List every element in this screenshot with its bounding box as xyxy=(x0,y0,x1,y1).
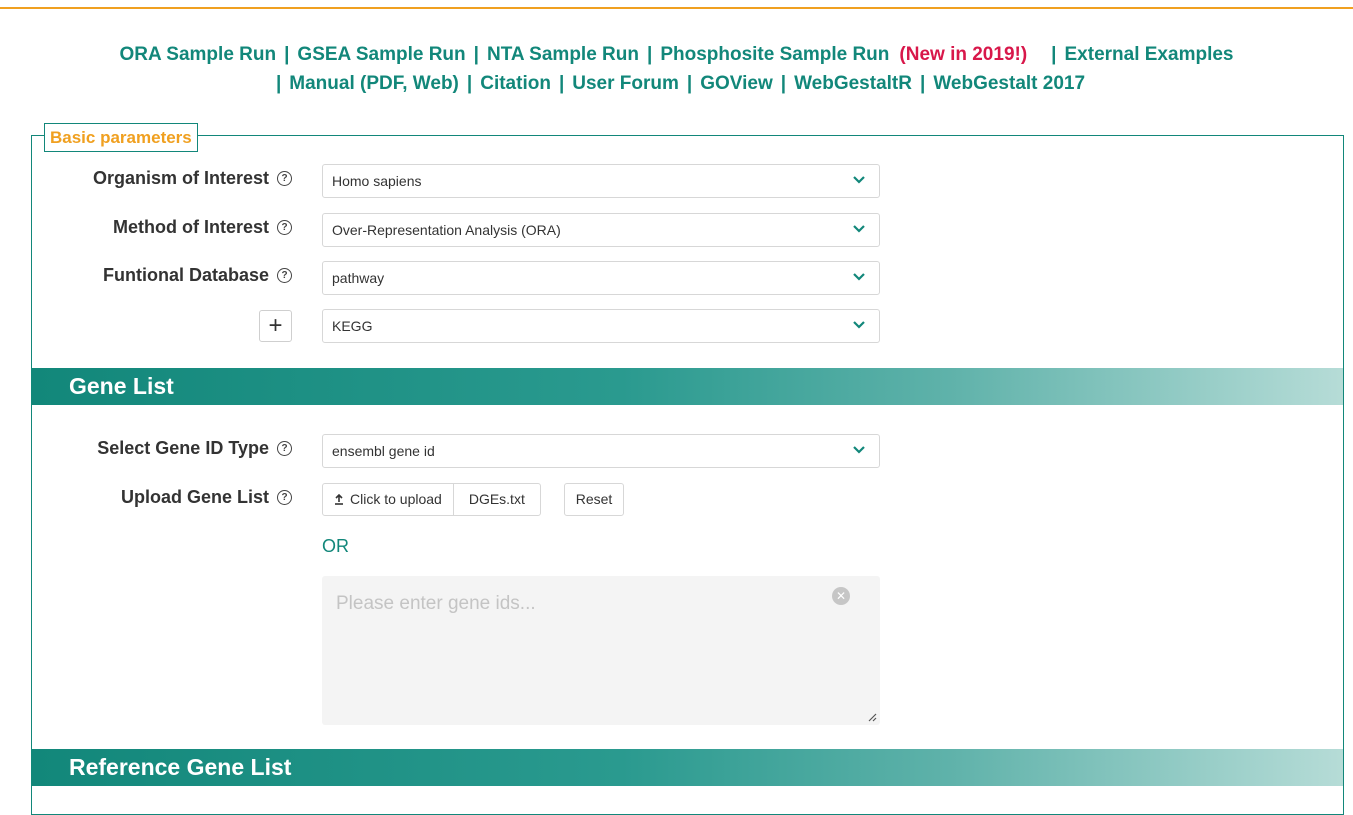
nav-separator: | xyxy=(919,73,926,94)
uploaded-file-name: DGEs.txt xyxy=(468,491,525,507)
gene-id-type-label: Select Gene ID Type xyxy=(97,438,269,458)
top-nav-row-1: ORA Sample Run | GSEA Sample Run | NTA Sampl… xyxy=(0,44,1353,66)
nav-link-webgestaltr[interactable]: WebGestaltR xyxy=(794,73,912,94)
nav-separator: | xyxy=(275,73,282,94)
nav-link-gsea-sample-run[interactable]: GSEA Sample Run xyxy=(297,44,465,65)
nav-separator: | xyxy=(780,73,787,94)
gene-id-type-label-row: Select Gene ID Type ? xyxy=(97,438,292,459)
click-to-upload-button[interactable]: Click to upload xyxy=(323,484,454,515)
upload-gene-list-label-row: Upload Gene List ? xyxy=(121,487,292,508)
method-select-value: Over-Representation Analysis (ORA) xyxy=(332,222,561,238)
nav-link-citation[interactable]: Citation xyxy=(480,73,551,94)
gene-ids-placeholder: Please enter gene ids... xyxy=(336,593,536,614)
database-label: Funtional Database xyxy=(102,265,269,285)
clear-icon[interactable]: ✕ xyxy=(832,587,850,605)
nav-separator: | xyxy=(1051,44,1057,65)
method-label-row: Method of Interest ? xyxy=(113,217,292,238)
new-in-2019-badge: (New in 2019!) xyxy=(899,44,1028,65)
basic-parameters-legend: Basic parameters xyxy=(44,123,198,152)
organism-label: Organism of Interest xyxy=(92,168,269,188)
add-database-button[interactable]: + xyxy=(259,310,292,342)
organism-label-row: Organism of Interest ? xyxy=(93,168,292,189)
database-name-value: KEGG xyxy=(332,318,373,334)
nav-separator: | xyxy=(558,73,565,94)
method-label: Method of Interest xyxy=(113,217,269,237)
database-category-value: pathway xyxy=(332,270,385,286)
resize-handle-icon[interactable] xyxy=(867,712,877,722)
nav-link-webgestalt-2017[interactable]: WebGestalt 2017 xyxy=(933,73,1085,94)
nav-link-phosphosite-sample-run[interactable]: Phosphosite Sample Run xyxy=(660,44,889,65)
upload-icon xyxy=(335,494,343,505)
help-icon[interactable]: ? xyxy=(277,220,292,235)
help-icon[interactable]: ? xyxy=(277,268,292,283)
help-icon[interactable]: ? xyxy=(277,171,292,186)
top-nav-row-2: | Manual (PDF, Web) | Citation | User Forum | G… xyxy=(0,73,1353,95)
gene-id-type-select[interactable]: ensembl gene id xyxy=(322,434,880,468)
nav-link-manual[interactable]: Manual (PDF, Web) xyxy=(289,73,459,94)
database-label-row: Funtional Database ? xyxy=(103,265,292,286)
upload-control: Click to upload DGEs.txt xyxy=(322,483,541,516)
nav-separator: | xyxy=(466,73,473,94)
nav-link-ora-sample-run[interactable]: ORA Sample Run xyxy=(120,44,277,65)
nav-link-nta-sample-run[interactable]: NTA Sample Run xyxy=(487,44,639,65)
chevron-down-icon xyxy=(853,262,865,281)
database-name-select[interactable]: KEGG xyxy=(322,309,880,343)
organism-select-value: Homo sapiens xyxy=(332,173,422,189)
nav-separator: | xyxy=(473,44,479,65)
help-icon[interactable]: ? xyxy=(277,441,292,456)
chevron-down-icon xyxy=(853,435,865,454)
top-accent-rule xyxy=(0,0,1353,9)
upload-gene-list-label: Upload Gene List xyxy=(120,487,269,507)
or-divider-text: OR xyxy=(322,536,349,556)
organism-select[interactable]: Homo sapiens xyxy=(322,164,880,198)
reference-gene-list-section-header: Reference Gene List xyxy=(32,749,1343,786)
chevron-down-icon xyxy=(853,214,865,233)
click-to-upload-label: Click to upload xyxy=(350,491,442,507)
reset-button[interactable]: Reset xyxy=(564,483,624,516)
gene-ids-textarea[interactable]: Please enter gene ids... ✕ xyxy=(322,576,880,725)
nav-separator: | xyxy=(284,44,290,65)
nav-link-external-examples[interactable]: External Examples xyxy=(1065,44,1234,65)
help-icon[interactable]: ? xyxy=(277,490,292,505)
chevron-down-icon xyxy=(853,310,865,329)
chevron-down-icon xyxy=(853,165,865,184)
nav-link-user-forum[interactable]: User Forum xyxy=(572,73,679,94)
database-category-select[interactable]: pathway xyxy=(322,261,880,295)
nav-separator: | xyxy=(646,44,653,65)
nav-separator: | xyxy=(686,73,693,94)
gene-id-type-value: ensembl gene id xyxy=(332,443,435,459)
method-select[interactable]: Over-Representation Analysis (ORA) xyxy=(322,213,880,247)
gene-list-section-header: Gene List xyxy=(32,368,1343,405)
nav-link-goview[interactable]: GOView xyxy=(700,73,773,94)
